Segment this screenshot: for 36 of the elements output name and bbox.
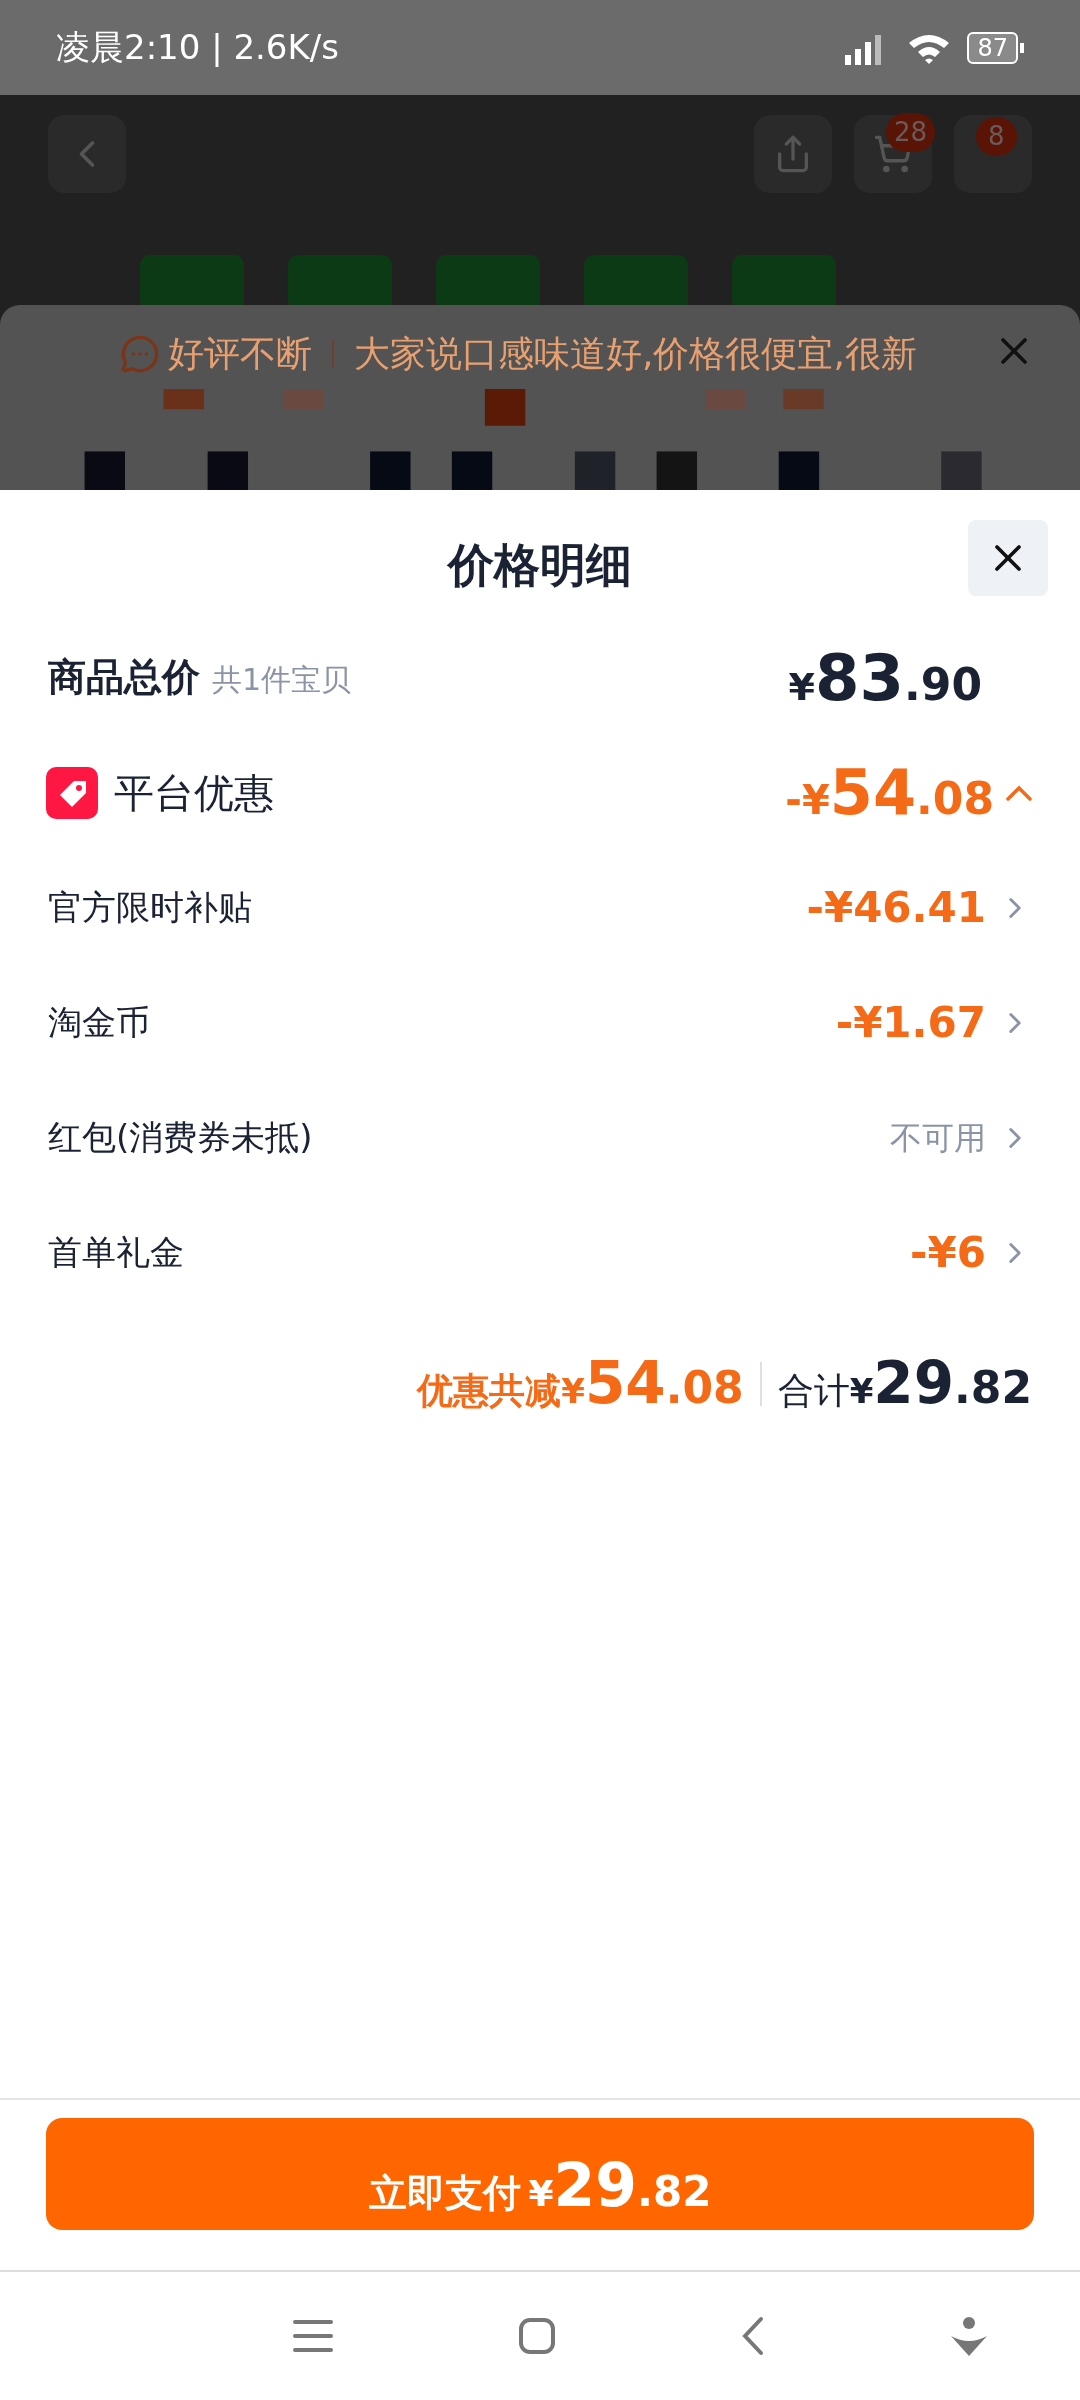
home-icon[interactable] <box>517 2317 556 2355</box>
review-tag: 好评不断 <box>168 327 312 381</box>
more-badge: 8 <box>976 117 1017 156</box>
saved-label: 优惠共减 <box>417 1369 562 1413</box>
discount-amount: -¥1.67 <box>835 997 986 1049</box>
sheet-title: 价格明细 <box>448 536 632 594</box>
row-label: 红包(消费券未抵) <box>48 1116 313 1159</box>
discount-row[interactable]: 官方限时补贴 -¥46.41 <box>0 850 1080 965</box>
discount-row[interactable]: 首单礼金 -¥6 <box>0 1195 1080 1310</box>
chat-icon <box>120 334 160 374</box>
row-label: 官方限时补贴 <box>48 886 252 929</box>
row-label: 淘金币 <box>48 1001 150 1044</box>
discount-header[interactable]: 平台优惠 -¥54.08 <box>0 735 1080 850</box>
tag-icon <box>46 766 98 819</box>
discount-amount: -¥46.41 <box>806 882 986 934</box>
share-button[interactable] <box>754 115 832 193</box>
discount-row[interactable]: 淘金币 -¥1.67 <box>0 965 1080 1080</box>
status-text: 不可用 <box>890 1117 986 1159</box>
review-text: 大家说口感味道好,价格很便宜,很新 <box>354 332 917 376</box>
person-icon[interactable] <box>949 2316 988 2356</box>
close-button[interactable] <box>968 520 1048 596</box>
status-time: 凌晨2:10 | 2.6K/s <box>56 26 339 69</box>
row-label: 平台优惠 <box>114 768 274 818</box>
cart-badge: 28 <box>886 113 936 152</box>
saved-amount: ¥54.08 <box>561 1348 744 1419</box>
item-count: 共1件宝贝 <box>212 661 352 699</box>
discount-price: -¥54.08 <box>785 755 994 831</box>
total-label: 合计 <box>777 1369 850 1413</box>
menu-icon[interactable] <box>292 2319 333 2353</box>
discount-row[interactable]: 红包(消费券未抵) 不可用 <box>0 1080 1080 1195</box>
row-label: 商品总价 <box>48 654 200 701</box>
total-amount: ¥29.82 <box>849 1348 1032 1419</box>
back-icon[interactable] <box>740 2316 765 2356</box>
discount-amount: -¥6 <box>910 1227 986 1279</box>
row-label: 首单礼金 <box>48 1231 184 1274</box>
total-price: ¥83.90 <box>788 639 982 717</box>
